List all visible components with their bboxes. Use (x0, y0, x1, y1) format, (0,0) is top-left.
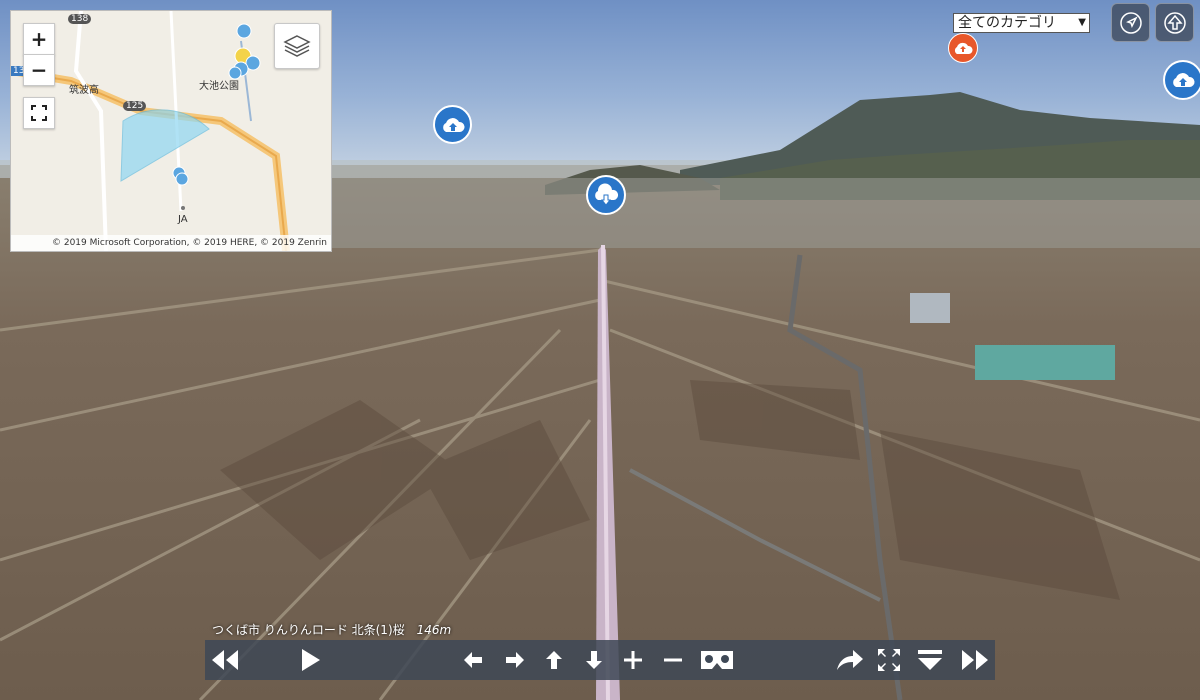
category-select-value: 全てのカテゴリ (958, 15, 1056, 31)
map-fullscreen-button[interactable] (23, 97, 55, 129)
play-button[interactable] (290, 640, 330, 680)
hotspot-download-center[interactable] (586, 175, 626, 215)
fast-forward-button[interactable] (955, 640, 995, 680)
pan-down-button[interactable] (574, 640, 614, 680)
ja-label: JA (178, 214, 188, 225)
road-138-label: 138 (68, 14, 92, 24)
arrow-left-icon (464, 652, 482, 668)
category-select[interactable]: 全てのカテゴリ ▼ (953, 13, 1090, 33)
pan-right-button[interactable] (495, 640, 535, 680)
map-layers-button[interactable] (274, 23, 320, 69)
road-125-label: 125 (123, 101, 147, 111)
viewer-toolbar (205, 640, 995, 680)
fullscreen-icon (878, 649, 900, 671)
share-icon (837, 650, 863, 670)
vr-goggles-icon (701, 651, 733, 669)
vr-button[interactable] (695, 640, 739, 680)
menu-down-icon (918, 650, 942, 670)
scene-caption: つくば市 りんりんロード 北条(1)桜 146m (212, 621, 451, 638)
arrow-down-icon (586, 651, 602, 669)
expand-icon (31, 105, 47, 121)
fullscreen-button[interactable] (869, 640, 909, 680)
cloud-upload-icon (954, 42, 973, 54)
oike-park-label: 大池公園 (199, 81, 239, 92)
layers-icon (283, 35, 311, 57)
cloud-upload-icon (1173, 73, 1195, 87)
zoom-in-button[interactable] (613, 640, 653, 680)
pan-left-button[interactable] (453, 640, 493, 680)
arrow-right-icon (506, 652, 524, 668)
chevron-down-icon: ▼ (1078, 17, 1086, 28)
rewind-button[interactable] (205, 640, 245, 680)
map-credit: © 2019 Microsoft Corporation, © 2019 HER… (11, 235, 331, 251)
compass-button[interactable] (1111, 3, 1150, 42)
pan-up-button[interactable] (534, 640, 574, 680)
altitude-label: 146m (416, 623, 452, 637)
up-button[interactable] (1155, 3, 1194, 42)
tsukuba-high-label: 筑波高 (69, 85, 99, 96)
plus-icon (624, 651, 642, 669)
minus-icon (664, 658, 682, 662)
hotspot-orange[interactable] (948, 33, 978, 63)
arrow-up-icon (1163, 11, 1186, 34)
arrow-up-icon (546, 651, 562, 669)
scene-title: つくば市 りんりんロード 北条(1)桜 (212, 623, 405, 637)
fast-forward-icon (962, 650, 988, 670)
rewind-icon (212, 650, 238, 670)
menu-button[interactable] (910, 640, 950, 680)
navigation-arrow-icon (1119, 11, 1142, 34)
share-button[interactable] (830, 640, 870, 680)
map-zoom-in-button[interactable]: + (23, 23, 55, 55)
minimap[interactable]: 138 125 13 筑波高 大池公園 JA + − © 2019 Micros… (10, 10, 332, 252)
hotspot-upload-left[interactable] (433, 105, 472, 144)
hotspot-upload-right[interactable] (1163, 60, 1200, 100)
map-zoom-out-button[interactable]: − (23, 54, 55, 86)
zoom-out-button[interactable] (653, 640, 693, 680)
play-icon (302, 649, 320, 671)
cloud-download-icon (595, 183, 619, 206)
cloud-upload-icon (442, 117, 465, 132)
